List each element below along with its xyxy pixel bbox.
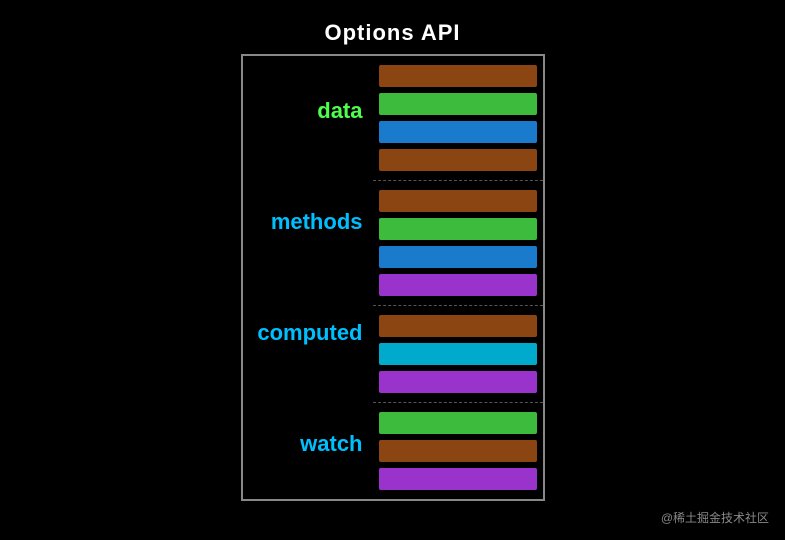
label-wrapper-watch: watch	[253, 388, 363, 499]
main-container: Options API data methods computed watch	[0, 0, 785, 540]
label-methods: methods	[271, 209, 363, 235]
bar-data-2	[379, 121, 537, 143]
label-watch: watch	[300, 431, 362, 457]
bar-methods-1	[379, 218, 537, 240]
bar-watch-0	[379, 412, 537, 434]
bar-watch-1	[379, 440, 537, 462]
bar-data-1	[379, 93, 537, 115]
watermark: @稀土掘金技术社区	[661, 509, 769, 526]
bars-column	[373, 56, 543, 499]
bar-computed-1	[379, 343, 537, 365]
label-wrapper-data: data	[253, 56, 363, 167]
bar-computed-0	[379, 315, 537, 337]
bar-methods-0	[379, 190, 537, 212]
bar-computed-2	[379, 371, 537, 393]
diagram-wrapper: Options API data methods computed watch	[241, 20, 545, 501]
label-wrapper-methods: methods	[253, 167, 363, 278]
label-computed: computed	[257, 320, 362, 346]
labels-column: data methods computed watch	[243, 56, 373, 499]
group-computed	[373, 306, 543, 403]
label-data: data	[317, 98, 362, 124]
group-data	[373, 56, 543, 181]
group-methods	[373, 181, 543, 306]
group-watch	[373, 403, 543, 499]
bar-methods-2	[379, 246, 537, 268]
bar-watch-2	[379, 468, 537, 490]
label-wrapper-computed: computed	[253, 278, 363, 389]
api-box: data methods computed watch	[241, 54, 545, 501]
bar-data-3	[379, 149, 537, 171]
bar-methods-3	[379, 274, 537, 296]
bar-data-0	[379, 65, 537, 87]
diagram-title: Options API	[324, 20, 460, 46]
